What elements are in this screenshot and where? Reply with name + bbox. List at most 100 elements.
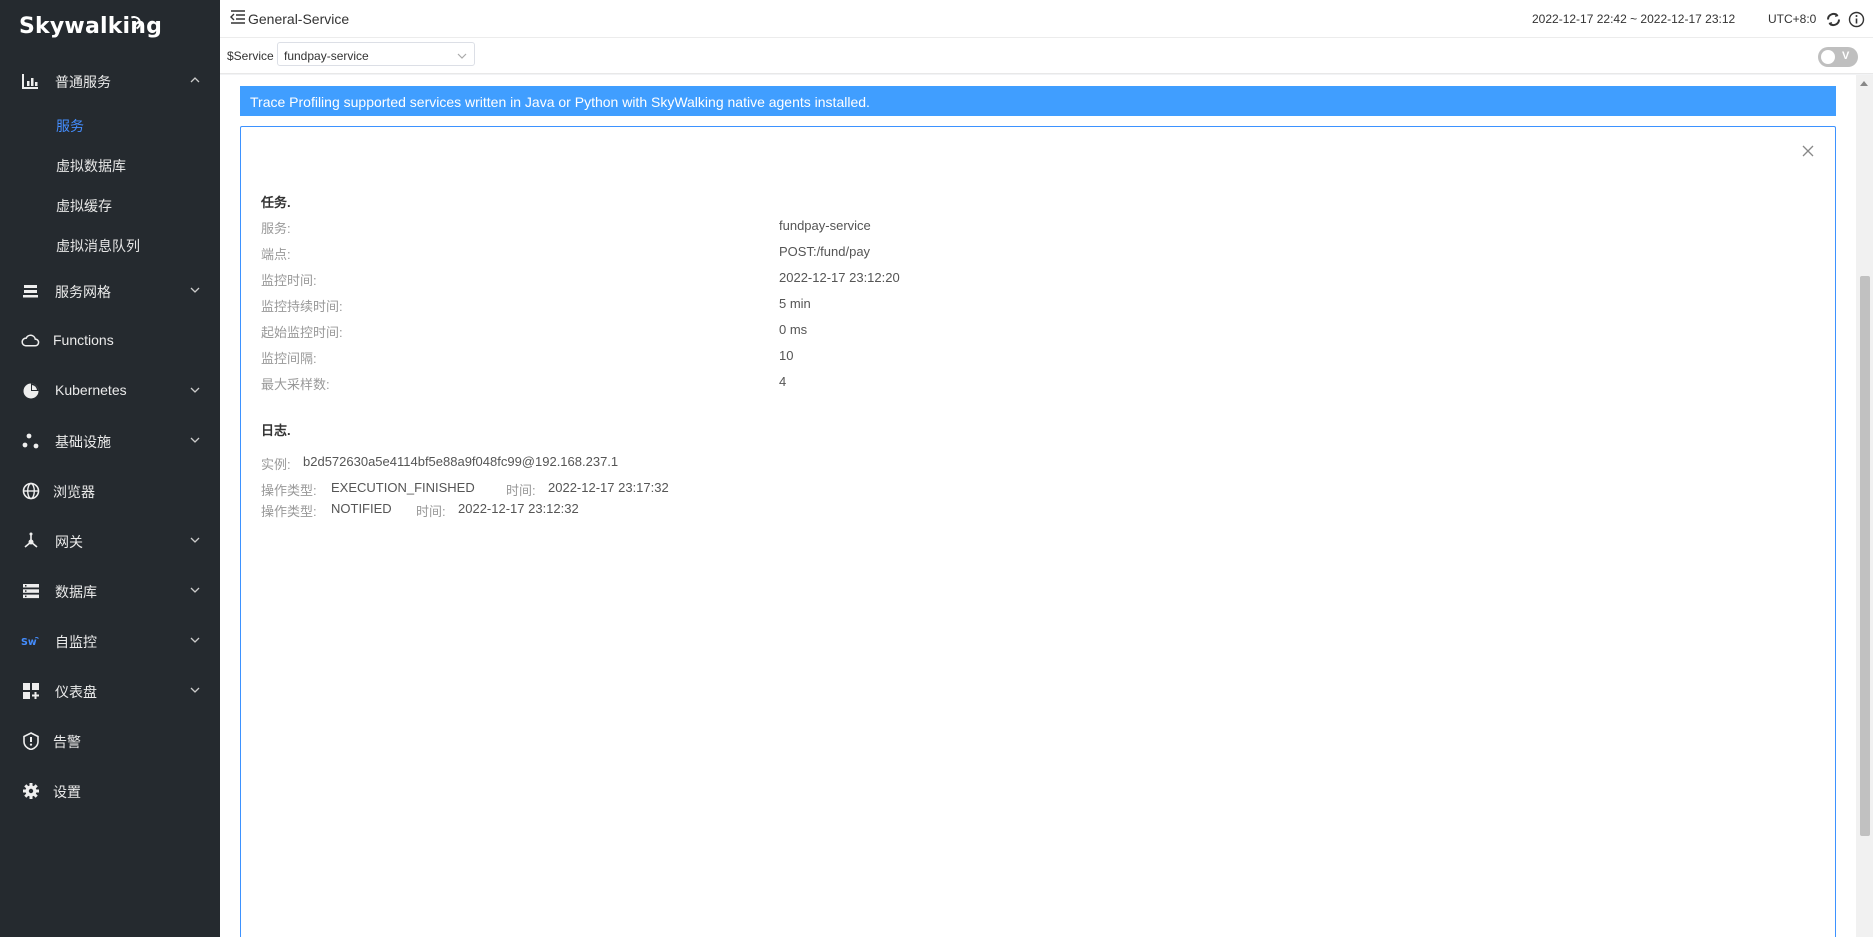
sidebar-item-label: 普通服务 [55, 74, 111, 90]
task-value-start-threshold: 0 ms [779, 322, 808, 337]
task-key-start-threshold: 起始监控时间: [261, 325, 343, 340]
sidebar-item-kubernetes[interactable]: Kubernetes [0, 370, 220, 410]
task-value-duration: 5 min [779, 296, 811, 311]
log-op-label: 操作类型: [261, 483, 317, 498]
sidebar-subitem-virtual-database[interactable]: 虚拟数据库 [56, 156, 126, 176]
log-op-value: EXECUTION_FINISHED [331, 480, 475, 495]
sidebar-item-label: 设置 [53, 784, 81, 800]
info-banner: Trace Profiling supported services writt… [240, 86, 1836, 116]
dashboard-icon [21, 681, 40, 700]
chevron-up-icon [188, 73, 202, 87]
chevron-down-icon [188, 433, 202, 447]
timezone-label: UTC+8:0 [1768, 12, 1817, 26]
scrollbar-thumb[interactable] [1860, 276, 1870, 836]
log-time-value: 2022-12-17 23:12:32 [458, 501, 579, 516]
sidebar-item-label: Functions [53, 332, 114, 348]
task-value-service: fundpay-service [779, 218, 871, 233]
sidebar-item-label: Kubernetes [55, 382, 127, 398]
cloud-icon [21, 331, 40, 350]
service-selector-bar: $Service fundpay-service V [220, 38, 1873, 74]
task-key-service: 服务: [261, 221, 291, 236]
log-instance-label: 实例: [261, 457, 291, 472]
task-value-interval: 10 [779, 348, 794, 363]
pie-icon [21, 381, 40, 400]
task-key-interval: 监控间隔: [261, 351, 317, 366]
sidebar-subitem-virtual-cache[interactable]: 虚拟缓存 [56, 196, 112, 216]
sidebar-item-functions[interactable]: Functions [0, 320, 220, 360]
log-time-value: 2022-12-17 23:17:32 [548, 480, 669, 495]
log-time-label: 时间: [506, 483, 536, 498]
sidebar: Skywalking 普通服务 服务 虚拟数据库 虚拟缓存 虚拟消息队列 服务网… [0, 0, 220, 937]
chevron-down-icon [188, 533, 202, 547]
gear-icon [21, 781, 40, 800]
sw-logo-icon: Sw [21, 631, 40, 650]
sidebar-subitem-virtual-mq[interactable]: 虚拟消息队列 [56, 236, 140, 256]
database-icon [21, 581, 40, 600]
sidebar-item-label: 基础设施 [55, 434, 111, 450]
chevron-down-icon [188, 383, 202, 397]
info-banner-text: Trace Profiling supported services writt… [250, 94, 870, 110]
chart-bar-icon [21, 71, 40, 90]
task-key-endpoint: 端点: [261, 247, 291, 262]
sidebar-item-alerting[interactable]: 告警 [0, 720, 220, 760]
sidebar-item-label: 自监控 [55, 634, 97, 650]
service-select-value: fundpay-service [284, 49, 369, 63]
chevron-down-icon [188, 583, 202, 597]
view-mode-toggle[interactable]: V [1818, 47, 1858, 67]
chevron-down-icon [456, 49, 468, 61]
sidebar-item-dashboard[interactable]: 仪表盘 [0, 670, 220, 710]
info-icon[interactable] [1848, 11, 1865, 28]
task-key-max-samples: 最大采样数: [261, 377, 330, 392]
task-key-monitor-time: 监控时间: [261, 273, 317, 288]
chevron-down-icon [188, 283, 202, 297]
alert-icon [21, 731, 40, 750]
task-section-title: 任务. [261, 195, 291, 210]
task-detail-panel: 任务. 服务: fundpay-service 端点: POST:/fund/p… [240, 126, 1836, 937]
sidebar-item-label: 网关 [55, 534, 83, 550]
sidebar-item-label: 服务网格 [55, 284, 111, 300]
collapse-sidebar-icon[interactable] [230, 10, 246, 24]
chevron-down-icon [188, 633, 202, 647]
sidebar-item-database[interactable]: 数据库 [0, 570, 220, 610]
log-op-value: NOTIFIED [331, 501, 392, 516]
toggle-knob [1821, 50, 1835, 64]
globe-icon [21, 481, 40, 500]
service-selector-label: $Service [227, 49, 274, 63]
log-time-label: 时间: [416, 504, 446, 519]
sidebar-item-infrastructure[interactable]: 基础设施 [0, 420, 220, 460]
page-scrollbar[interactable] [1856, 75, 1873, 937]
log-instance-value: b2d572630a5e4114bf5e88a9f048fc99@192.168… [303, 454, 619, 469]
sidebar-item-settings[interactable]: 设置 [0, 770, 220, 810]
sidebar-item-browser[interactable]: 浏览器 [0, 470, 220, 510]
sidebar-subitem-service[interactable]: 服务 [56, 116, 84, 136]
sidebar-item-gateway[interactable]: 网关 [0, 520, 220, 560]
sidebar-item-self-observability[interactable]: Sw 自监控 [0, 620, 220, 660]
sidebar-item-service-mesh[interactable]: 服务网格 [0, 270, 220, 310]
task-key-duration: 监控持续时间: [261, 299, 343, 314]
toggle-label: V [1842, 50, 1850, 62]
chevron-down-icon [188, 683, 202, 697]
sidebar-item-general-service[interactable]: 普通服务 [0, 60, 220, 100]
skywalking-logo[interactable]: Skywalking [19, 14, 162, 39]
task-value-monitor-time: 2022-12-17 23:12:20 [779, 270, 900, 285]
scroll-up-arrow-icon[interactable] [1860, 81, 1868, 86]
sidebar-item-label: 告警 [53, 734, 81, 750]
log-op-label: 操作类型: [261, 504, 317, 519]
sidebar-item-label: 仪表盘 [55, 684, 97, 700]
service-select[interactable]: fundpay-service [277, 42, 475, 66]
gateway-icon [21, 531, 40, 550]
task-value-endpoint: POST:/fund/pay [779, 244, 871, 259]
time-range-picker[interactable]: 2022-12-17 22:42 ~ 2022-12-17 23:12 [1532, 12, 1735, 26]
refresh-icon[interactable] [1825, 11, 1842, 28]
task-value-max-samples: 4 [779, 374, 787, 389]
svg-text:Sw: Sw [21, 636, 37, 647]
sidebar-item-label: 数据库 [55, 584, 97, 600]
logo-text: Skywalking [19, 14, 163, 39]
nodes-icon [21, 431, 40, 450]
top-header: General-Service 2022-12-17 22:42 ~ 2022-… [220, 0, 1873, 38]
sidebar-item-label: 浏览器 [53, 484, 95, 500]
page-title: General-Service [248, 11, 350, 27]
logs-section-title: 日志. [261, 423, 291, 438]
close-icon[interactable] [1801, 144, 1815, 158]
stack-icon [21, 281, 40, 300]
